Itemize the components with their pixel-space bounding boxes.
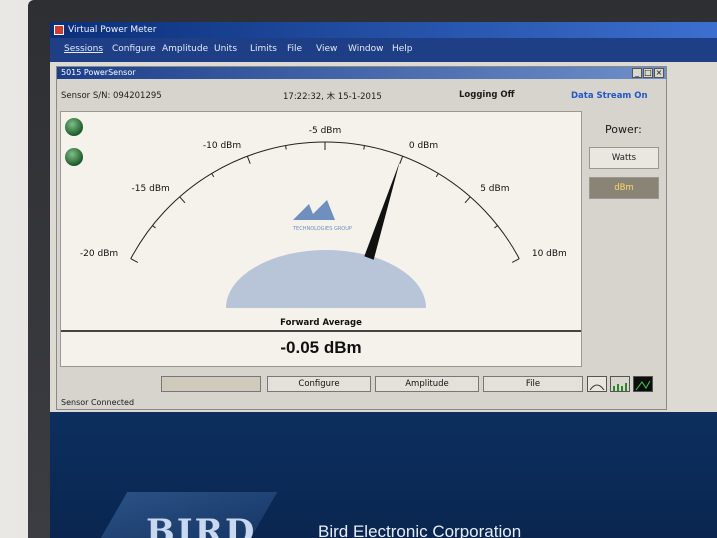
meter-view-glyph [589,384,605,391]
menu-view[interactable]: View [316,44,337,54]
graph-view-glyph [635,380,651,391]
menu-file[interactable]: File [287,44,302,54]
gauge-label: 5 dBm [480,184,509,194]
gauge-tick [494,225,498,229]
configure-button[interactable]: Configure [267,376,371,392]
readout-title: Forward Average [280,318,362,328]
gauge-tick [435,173,439,178]
gauge-tick [285,145,287,150]
close-icon[interactable]: × [654,68,664,78]
gauge-arc [130,141,520,259]
app-titlebar: Virtual Power Meter [50,22,717,38]
gauge-label: 10 dBm [532,249,567,259]
menu-help[interactable]: Help [392,44,413,54]
file-button[interactable]: File [483,376,583,392]
status-bar: Sensor Connected [57,397,666,409]
window-controls: _ □ × [632,68,664,78]
gauge-label: -5 dBm [309,126,342,136]
app-icon [54,25,64,35]
watts-button[interactable]: Watts [589,147,659,169]
gauge-label: -15 dBm [132,184,170,194]
gauge-panel: TECHNOLOGIES GROUP -20 dBm -15 dBm -10 dBm… [60,111,582,367]
gauge-dome [226,250,426,308]
gauge-needle [364,161,400,260]
powersensor-window: 5015 PowerSensor _ □ × Sensor S/N: 09420… [56,66,667,410]
logo-mark [293,200,335,220]
bar-view-glyph [613,383,627,391]
gauge-label: 0 dBm [409,141,438,151]
technologies-group-logo: TECHNOLOGIES GROUP [292,200,352,232]
gauge-labels: -20 dBm -15 dBm -10 dBm -5 dBm 0 dBm 5 dBm 10 … [80,126,567,259]
gauge-tick [399,155,404,164]
maximize-icon[interactable]: □ [643,68,653,78]
menubar: Sessions Configure Amplitude Units Limit… [50,38,717,62]
dbm-button[interactable]: dBm [589,177,659,199]
gauge-tick [246,155,251,164]
gauge-tick [152,225,156,229]
powersensor-title: 5015 PowerSensor [61,68,136,77]
logo-text: TECHNOLOGIES GROUP [292,226,352,232]
monitor-screen: BIRD Bird Electronic Corporation Virtual… [50,22,717,538]
menu-configure[interactable]: Configure [112,44,156,54]
bar-view-icon[interactable] [610,376,630,392]
gauge-tick [211,173,215,178]
readout-divider [61,330,581,332]
app-title: Virtual Power Meter [68,25,157,35]
gauge-tick [130,258,139,263]
desktop-wallpaper: BIRD Bird Electronic Corporation [50,412,717,538]
amplitude-button[interactable]: Amplitude [375,376,479,392]
gauge-tick [464,196,471,204]
readout-value: -0.05 dBm [280,338,362,357]
menu-sessions[interactable]: Sessions [64,44,103,54]
power-label: Power: [605,123,642,136]
power-units-panel: Power: Watts dBm [585,111,663,367]
gauge-tick [179,196,186,204]
info-bar: Sensor S/N: 094201295 17:22:32, 木 15-1-2… [57,81,666,109]
button-bar: Configure Amplitude File [57,373,666,395]
menu-amplitude[interactable]: Amplitude [162,44,208,54]
gauge-tick [363,145,365,150]
status-text: Sensor Connected [61,398,135,407]
blank-button[interactable] [161,376,261,392]
logging-status: Logging Off [459,90,515,100]
timestamp: 17:22:32, 木 15-1-2015 [283,92,382,102]
app-window: Virtual Power Meter Sessions Configure A… [50,22,717,412]
sensor-serial: Sensor S/N: 094201295 [61,91,162,101]
gauge-dome-shape [226,250,426,308]
meter-view-icon[interactable] [587,376,607,392]
menu-limits[interactable]: Limits [250,44,277,54]
data-stream-status: Data Stream On [571,91,648,101]
graph-view-icon[interactable] [633,376,653,392]
bird-logo: BIRD [146,512,257,538]
needle-pointer [364,161,400,260]
bird-corporation-text: Bird Electronic Corporation [318,522,522,538]
gauge-label: -10 dBm [203,141,241,151]
menu-units[interactable]: Units [214,44,237,54]
powersensor-titlebar: 5015 PowerSensor _ □ × [57,67,666,79]
menu-window[interactable]: Window [348,44,384,54]
minimize-icon[interactable]: _ [632,68,642,78]
gauge-tick [511,258,520,263]
gauge-label: -20 dBm [80,249,118,259]
